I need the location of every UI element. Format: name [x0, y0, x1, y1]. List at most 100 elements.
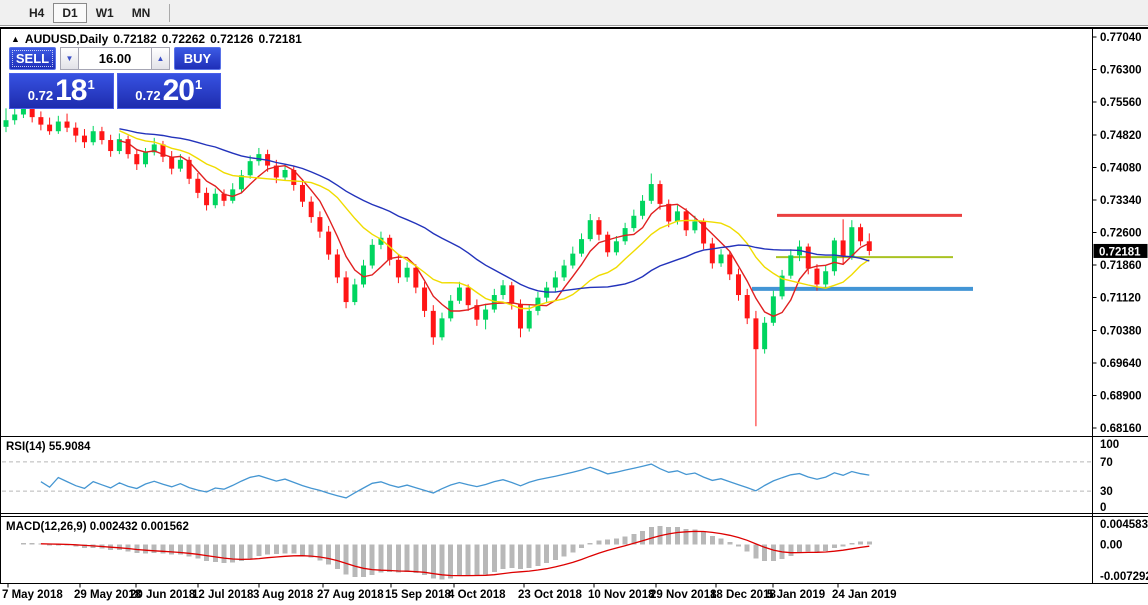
price-tick-label: 0.68160	[1100, 423, 1142, 435]
candle-body	[631, 216, 636, 228]
date-tick-label: 15 Sep 2018	[385, 589, 451, 601]
macd-histogram-bar	[222, 544, 227, 563]
current-price-label: 0.72181	[1099, 246, 1141, 258]
price-tick-label: 0.71860	[1100, 260, 1142, 272]
candle-body	[38, 117, 43, 124]
date-tick-label: 3 Aug 2018	[253, 589, 314, 601]
buy-price-prefix: 0.72	[135, 88, 160, 103]
price-tick-label: 0.70380	[1100, 325, 1142, 337]
macd-histogram-bar	[814, 544, 819, 551]
candle-body	[492, 295, 497, 310]
macd-histogram-bar	[457, 544, 462, 576]
macd-histogram-bar	[239, 544, 244, 561]
macd-histogram-bar	[623, 536, 628, 544]
candle-body	[143, 152, 148, 164]
macd-histogram-bar	[867, 541, 872, 544]
candle-body	[823, 271, 828, 284]
macd-histogram-bar	[719, 538, 724, 544]
candle-body	[727, 255, 732, 275]
rsi-tick-label: 0	[1100, 502, 1106, 514]
sell-price-big: 18	[55, 75, 86, 107]
macd-histogram-bar	[143, 544, 148, 553]
candle-body	[239, 175, 244, 189]
candle-body	[169, 157, 174, 169]
candle-body	[658, 184, 663, 204]
price-tick-label: 0.73340	[1100, 195, 1142, 207]
candle-body	[527, 311, 532, 329]
macd-histogram-bar	[396, 544, 401, 572]
candle-body	[431, 311, 436, 337]
macd-histogram-bar	[187, 544, 192, 556]
candle-body	[771, 296, 776, 322]
candle-body	[335, 255, 340, 278]
buy-button[interactable]: BUY	[174, 47, 221, 70]
macd-histogram-bar	[21, 543, 26, 544]
volume-increase-button[interactable]: ▲	[151, 47, 170, 70]
macd-histogram-bar	[378, 544, 383, 572]
macd-histogram-bar	[675, 527, 680, 544]
date-tick-label: 29 Nov 2018	[650, 589, 717, 601]
candle-body	[370, 245, 375, 266]
macd-tick-label: -0.007292	[1100, 571, 1148, 583]
macd-panel-label: MACD(12,26,9) 0.002432 0.001562	[6, 521, 189, 533]
candle-body	[719, 255, 724, 264]
macd-histogram-bar	[204, 544, 209, 561]
candle-body	[283, 170, 288, 177]
candle-body	[649, 184, 654, 201]
sell-price-box[interactable]: 0.72 18 1	[9, 73, 114, 109]
macd-histogram-bar	[736, 544, 741, 546]
candle-body	[858, 227, 863, 241]
candle-body	[256, 154, 261, 161]
candle-body	[692, 221, 697, 230]
buy-price-box[interactable]: 0.72 20 1	[117, 73, 222, 109]
candle-body	[65, 122, 70, 128]
macd-histogram-bar	[317, 544, 322, 560]
price-tick-label: 0.74820	[1100, 130, 1142, 142]
candle-body	[570, 254, 575, 266]
macd-histogram-bar	[788, 544, 793, 555]
date-tick-label: 27 Aug 2018	[317, 589, 384, 601]
collapse-triangle-icon[interactable]: ▲	[11, 33, 20, 45]
macd-histogram-bar	[666, 527, 671, 544]
price-tick-label: 0.69640	[1100, 358, 1142, 370]
ohlc-low: 0.72126	[210, 32, 253, 46]
candle-body	[675, 211, 680, 221]
macd-histogram-bar	[562, 544, 567, 556]
date-tick-label: 5 Jan 2019	[767, 589, 825, 601]
candle-body	[745, 295, 750, 318]
date-tick-label: 12 Jul 2018	[192, 589, 254, 601]
macd-histogram-bar	[448, 544, 453, 578]
macd-histogram-bar	[849, 543, 854, 544]
macd-histogram-bar	[771, 544, 776, 561]
macd-tick-label: 0.00	[1100, 539, 1122, 551]
symbol-name: AUDUSD,Daily	[25, 32, 108, 46]
candle-body	[483, 310, 488, 320]
price-tick-label: 0.75560	[1100, 97, 1142, 109]
macd-histogram-bar	[509, 544, 514, 568]
macd-histogram-bar	[588, 543, 593, 544]
volume-decrease-button[interactable]: ▼	[60, 47, 79, 70]
date-tick-label: 24 Jan 2019	[832, 589, 897, 601]
volume-input[interactable]	[79, 47, 151, 70]
macd-histogram-bar	[256, 544, 261, 555]
macd-histogram-bar	[413, 544, 418, 573]
macd-histogram-bar	[797, 544, 802, 552]
macd-histogram-bar	[344, 544, 349, 574]
candle-body	[91, 131, 96, 142]
candle-body	[134, 154, 139, 164]
macd-histogram-bar	[300, 544, 305, 555]
macd-histogram-bar	[535, 544, 540, 566]
macd-histogram-bar	[466, 544, 471, 575]
chart-background	[0, 26, 1148, 605]
spin-down-icon: ▼	[66, 54, 74, 63]
candle-body	[422, 288, 427, 311]
candle-body	[300, 185, 305, 202]
buy-price-pipette: 1	[195, 77, 202, 92]
sell-button[interactable]: SELL	[9, 47, 56, 70]
spin-up-icon: ▲	[157, 54, 165, 63]
candle-body	[108, 140, 113, 151]
macd-histogram-bar	[230, 544, 235, 562]
candle-body	[344, 277, 349, 302]
one-click-trading-panel: SELL ▼ ▲ BUY 0.72 18 1 0.72 20 1	[9, 47, 221, 109]
macd-histogram-bar	[823, 544, 828, 551]
